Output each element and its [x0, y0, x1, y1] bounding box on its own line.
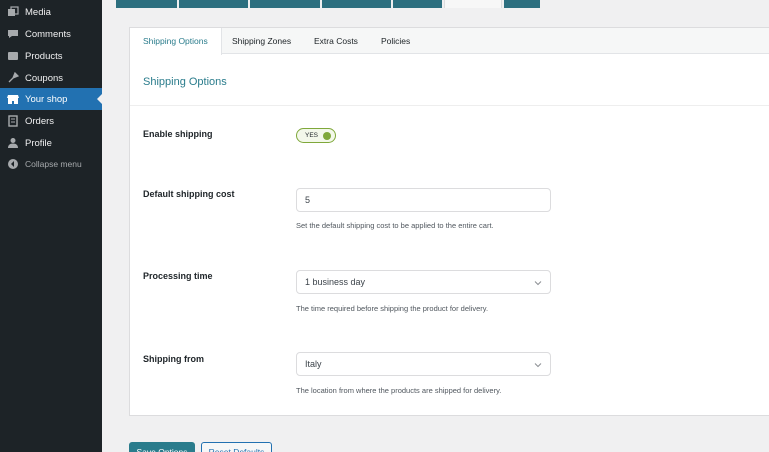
toggle-knob: [323, 132, 331, 140]
field-value: 5: [305, 195, 311, 205]
chevron-down-icon: [533, 360, 543, 370]
processing-time-label: Processing time: [143, 271, 213, 281]
settings-tab-strip: [102, 0, 769, 8]
admin-sidebar: Media Comments Products Coupons Your sho…: [0, 0, 102, 452]
sidebar-item-products[interactable]: Products: [0, 45, 102, 67]
shipping-from-label: Shipping from: [143, 354, 204, 364]
collapse-menu-button[interactable]: Collapse menu: [0, 153, 102, 175]
store-icon: [6, 92, 20, 106]
sidebar-item-label: Coupons: [25, 72, 64, 84]
reset-defaults-button[interactable]: Reset Defaults: [201, 442, 272, 452]
subtab-bar: Shipping Options Shipping Zones Extra Co…: [130, 28, 769, 55]
shipping-from-hint: The location from where the products are…: [296, 386, 502, 395]
sidebar-item-your-shop[interactable]: Your shop: [0, 88, 102, 110]
orders-icon: [6, 114, 20, 128]
processing-time-hint: The time required before shipping the pr…: [296, 304, 489, 313]
default-shipping-cost-label: Default shipping cost: [143, 189, 235, 199]
save-options-button[interactable]: Save Options: [129, 442, 195, 452]
settings-tab[interactable]: [116, 0, 177, 8]
default-shipping-cost-input[interactable]: 5: [296, 188, 551, 212]
subtab-policies[interactable]: Policies: [368, 28, 423, 54]
sidebar-item-label: Orders: [25, 115, 55, 127]
subtab-shipping-options[interactable]: Shipping Options: [130, 28, 222, 55]
shipping-from-select[interactable]: Italy: [296, 352, 551, 376]
sidebar-item-label: Media: [25, 6, 51, 18]
default-shipping-cost-hint: Set the default shipping cost to be appl…: [296, 221, 494, 230]
settings-panel: Shipping Options Shipping Zones Extra Co…: [129, 27, 769, 416]
toggle-text: YES: [305, 131, 319, 139]
subtab-shipping-zones[interactable]: Shipping Zones: [219, 28, 304, 54]
sidebar-item-label: Your shop: [25, 93, 68, 105]
enable-shipping-label: Enable shipping: [143, 129, 213, 139]
enable-shipping-toggle[interactable]: YES: [296, 128, 336, 143]
sidebar-item-media[interactable]: Media: [0, 1, 102, 23]
products-icon: [6, 49, 20, 63]
settings-tab[interactable]: [504, 0, 540, 8]
sidebar-item-coupons[interactable]: Coupons: [0, 67, 102, 89]
chevron-down-icon: [533, 278, 543, 288]
settings-tab[interactable]: [322, 0, 391, 8]
settings-tab-shipping[interactable]: [444, 0, 502, 8]
settings-tab[interactable]: [393, 0, 442, 8]
sidebar-item-comments[interactable]: Comments: [0, 23, 102, 45]
section-title: Shipping Options: [143, 76, 227, 88]
media-icon: [6, 5, 20, 19]
sidebar-item-profile[interactable]: Profile: [0, 132, 102, 154]
collapse-menu-label: Collapse menu: [25, 159, 82, 169]
user-icon: [6, 136, 20, 150]
settings-tab[interactable]: [179, 0, 248, 8]
collapse-icon: [6, 157, 20, 171]
sidebar-item-orders[interactable]: Orders: [0, 110, 102, 132]
comment-icon: [6, 27, 20, 41]
coupon-icon: [6, 71, 20, 85]
sidebar-item-label: Profile: [25, 137, 52, 149]
field-value: 1 business day: [305, 277, 366, 287]
field-value: Italy: [305, 359, 322, 369]
settings-tab[interactable]: [250, 0, 320, 8]
subtab-extra-costs[interactable]: Extra Costs: [301, 28, 371, 54]
processing-time-select[interactable]: 1 business day: [296, 270, 551, 294]
divider: [130, 105, 769, 106]
sidebar-item-label: Products: [25, 50, 63, 62]
sidebar-item-label: Comments: [25, 28, 71, 40]
